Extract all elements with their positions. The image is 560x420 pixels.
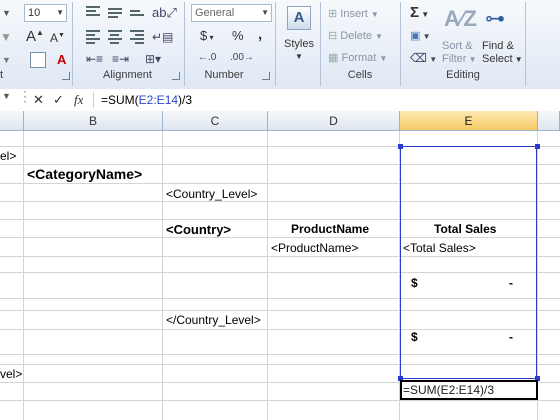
font-size-dropdown[interactable]: 10 ▼ (24, 4, 67, 22)
align-middle-icon[interactable] (108, 8, 122, 20)
chevron-down-icon: ▼ (261, 8, 269, 17)
range-resize-handle[interactable] (398, 144, 403, 149)
font-dialog-launcher-icon[interactable] (62, 72, 70, 80)
column-header-a[interactable] (0, 111, 24, 131)
chevron-down-icon: ▼ (295, 52, 303, 61)
wrap-text-icon[interactable]: ↵▤ (152, 30, 173, 44)
formula-reference-range (400, 146, 537, 379)
sort-filter-icon: A⁄Z (444, 6, 477, 31)
cell-country-level-open[interactable]: <Country_Level> (166, 187, 257, 201)
name-box-dropdown-icon[interactable]: ▼ (2, 91, 11, 101)
increase-indent-icon[interactable]: ≡⇥ (112, 52, 129, 66)
eraser-icon: ⌫ (410, 51, 427, 65)
fill-color-icon[interactable] (30, 52, 46, 68)
alignment-group-label: Alignment (103, 69, 152, 81)
clear-button[interactable]: ⌫ ▼ (410, 51, 437, 65)
currency-button[interactable]: $ ▾ (200, 28, 213, 43)
group-divider (72, 2, 73, 86)
grid-line (23, 131, 24, 420)
cell-country[interactable]: <Country> (166, 222, 231, 237)
grid-line (162, 131, 163, 420)
align-bottom-icon[interactable] (130, 10, 144, 18)
cell-product-name-header[interactable]: ProductName (291, 222, 369, 236)
delete-button[interactable]: ⊟ Delete ▼ (328, 29, 383, 42)
percent-button[interactable]: % (232, 28, 244, 43)
cell-a-partial-text[interactable]: el> (0, 149, 16, 163)
align-left-icon[interactable] (86, 30, 100, 46)
font-color-icon[interactable]: A (57, 52, 66, 67)
cells-group-label: Cells (347, 69, 373, 81)
number-group-label: Number (204, 69, 244, 81)
insert-function-button[interactable]: fx (74, 92, 83, 108)
fill-down-icon: ▣ (410, 30, 421, 42)
number-format-dropdown[interactable]: General ▼ (191, 4, 272, 22)
font-color-dropdown-icon[interactable]: ▼ (2, 8, 11, 18)
number-format-value: General (195, 7, 235, 19)
column-header-d[interactable]: D (268, 111, 400, 131)
chevron-down-icon: ▼ (56, 8, 64, 17)
shrink-font-button[interactable]: A▼ (50, 31, 65, 45)
group-divider (400, 2, 401, 86)
align-center-icon[interactable] (108, 30, 122, 46)
font-dropdown-arrow-icon-2[interactable]: ▼ (2, 55, 11, 65)
column-header-b[interactable]: B (24, 111, 163, 131)
alignment-dialog-launcher-icon[interactable] (172, 72, 180, 80)
cell-product-name-tag[interactable]: <ProductName> (271, 241, 358, 255)
sort-filter-button[interactable]: Filter ▼ (442, 53, 477, 65)
column-header-c[interactable]: C (163, 111, 268, 131)
active-cell-editor[interactable]: =SUM(E2:E14)/3 (400, 380, 538, 400)
range-resize-handle[interactable] (535, 144, 540, 149)
cancel-edit-button[interactable]: ✕ (33, 92, 44, 108)
comma-style-button[interactable]: , (258, 26, 262, 43)
find-select-button[interactable]: Select ▼ (482, 53, 523, 65)
styles-button[interactable]: Styles (284, 38, 314, 50)
formula-input[interactable]: =SUM(E2:E14)/3 (101, 93, 192, 107)
ribbon: 10 ▼ ▼ A▲ A▼ ▼ ▼ A t ab⤢ ↵▤ ⇤≡ ≡⇥ ⊞▾ Ali… (0, 0, 560, 90)
column-header-f[interactable] (538, 111, 560, 131)
orientation-icon[interactable]: ab⤢ (152, 5, 177, 21)
increase-decimal-icon[interactable]: ←.0 (198, 52, 216, 63)
group-divider (320, 2, 321, 86)
autosum-button[interactable]: Σ ▼ (410, 4, 429, 21)
formula-bar: ▼ ⋮ ✕ ✓ fx =SUM(E2:E14)/3 (0, 88, 560, 112)
font-group-label: t (0, 69, 4, 81)
insert-icon: ⊞ (328, 8, 338, 20)
formula-bar-grip-icon[interactable]: ⋮ (18, 88, 32, 105)
enter-edit-button[interactable]: ✓ (53, 92, 64, 108)
font-dropdown-arrow-icon[interactable]: ▼ (0, 30, 12, 44)
formula-bar-divider (93, 92, 94, 108)
format-icon: ▦ (328, 52, 339, 64)
column-header-e[interactable]: E (400, 111, 538, 131)
grid-line (0, 400, 560, 401)
sort-filter-label-1[interactable]: Sort & (442, 40, 473, 52)
editing-group-label: Editing (446, 69, 480, 81)
font-size-value: 10 (28, 7, 41, 19)
binoculars-icon: ⊶ (485, 8, 505, 30)
number-dialog-launcher-icon[interactable] (262, 72, 270, 80)
decrease-indent-icon[interactable]: ⇤≡ (86, 52, 103, 66)
group-divider (275, 2, 276, 86)
cell-country-level-close[interactable]: </Country_Level> (166, 313, 261, 327)
delete-icon: ⊟ (328, 30, 338, 42)
decrease-decimal-icon[interactable]: .00→ (230, 52, 254, 63)
cell-a-partial-text-2[interactable]: vel> (0, 367, 22, 381)
styles-icon[interactable]: A (287, 6, 311, 30)
align-right-icon[interactable] (130, 30, 144, 46)
align-top-icon[interactable] (86, 6, 100, 18)
merge-center-icon[interactable]: ⊞▾ (145, 52, 161, 66)
insert-button[interactable]: ⊞ Insert ▼ (328, 7, 379, 20)
grid-line (267, 131, 268, 420)
find-select-label-1[interactable]: Find & (482, 40, 514, 52)
group-divider (184, 2, 185, 86)
grow-font-button[interactable]: A▲ (26, 28, 44, 45)
format-button[interactable]: ▦ Format ▼ (328, 51, 387, 64)
group-divider (525, 2, 526, 86)
cell-category-name[interactable]: <CategoryName> (27, 166, 142, 182)
fill-button[interactable]: ▣ ▼ (410, 29, 431, 42)
